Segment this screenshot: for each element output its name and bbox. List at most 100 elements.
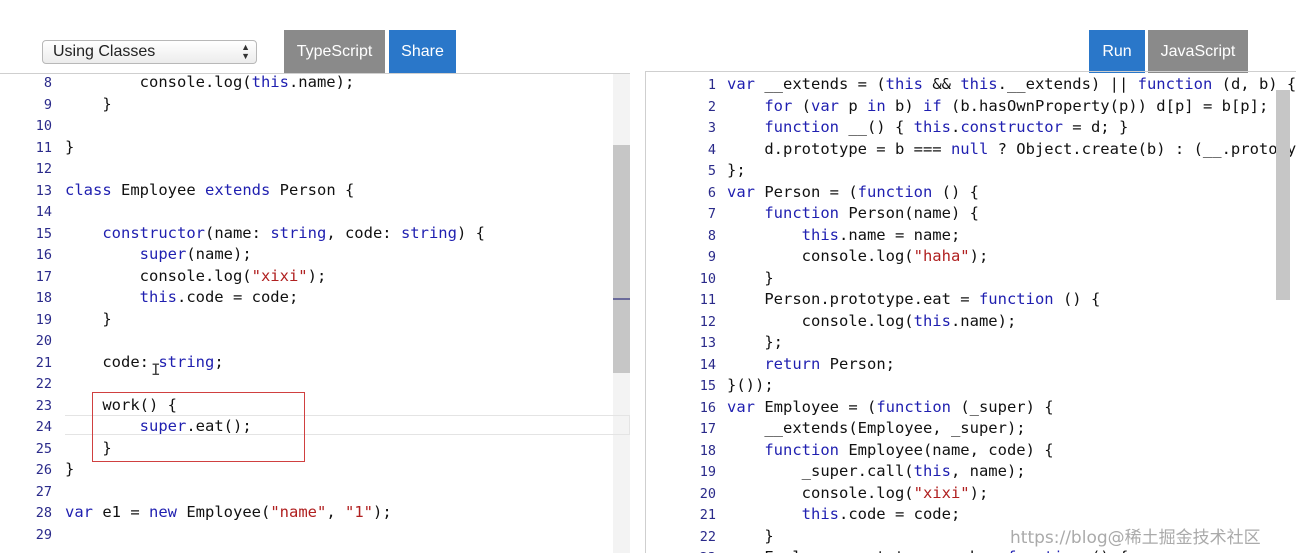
code-text: } xyxy=(65,137,75,156)
code-line[interactable]: 15 constructor(name: string, code: strin… xyxy=(0,223,485,245)
code-line[interactable]: 3 function __() { this.constructor = d; … xyxy=(646,117,1128,139)
right-scrollbar-thumb[interactable] xyxy=(1276,90,1290,300)
line-number: 8 xyxy=(43,75,52,91)
code-line[interactable]: 29 xyxy=(0,524,65,546)
code-text: for (var p in b) if (b.hasOwnProperty(p)… xyxy=(764,96,1269,115)
code-line[interactable]: 10 xyxy=(0,115,65,137)
code-line[interactable]: 5}; xyxy=(646,160,746,182)
example-select[interactable]: Using Classes ▲ ▼ xyxy=(42,40,257,64)
code-text: } xyxy=(727,268,774,287)
code-line[interactable]: 17 console.log("xixi"); xyxy=(0,266,327,288)
run-button[interactable]: Run xyxy=(1089,30,1145,73)
code-text: constructor(name: string, code: string) … xyxy=(102,223,485,242)
line-number: 21 xyxy=(699,507,716,523)
code-text: this.code = code; xyxy=(801,505,961,523)
code-text: _super.call(this, name); xyxy=(727,462,1026,480)
code-line[interactable]: 27 xyxy=(0,481,65,503)
code-line[interactable]: 19 _super.call(this, name); xyxy=(646,461,1026,483)
code-line[interactable]: 19 } xyxy=(0,309,112,331)
code-line[interactable]: 11 Person.prototype.eat = function () { xyxy=(646,289,1101,311)
line-number: 8 xyxy=(707,227,716,244)
line-number: 26 xyxy=(35,462,52,478)
line-number: 22 xyxy=(699,528,716,545)
line-number: 3 xyxy=(707,120,716,136)
code-line[interactable]: 12 console.log(this.name); xyxy=(646,311,1017,333)
line-number: 14 xyxy=(699,356,716,373)
code-line[interactable]: 12 xyxy=(0,158,65,180)
code-text: Person.prototype.eat = function () { xyxy=(727,290,1101,308)
code-line[interactable]: 21 this.code = code; xyxy=(646,504,961,526)
code-line[interactable]: 6 var Person = (function () { xyxy=(646,182,979,204)
line-number: 17 xyxy=(699,421,716,437)
code-text: function Employee(name, code) { xyxy=(764,440,1054,459)
code-text: console.log(this.name); xyxy=(727,311,1017,330)
code-line[interactable]: 20 xyxy=(0,330,65,352)
line-number: 20 xyxy=(35,333,52,349)
code-text: var __extends = (this && this.__extends)… xyxy=(727,75,1296,93)
line-number: 27 xyxy=(35,483,52,500)
code-line[interactable]: 26} xyxy=(0,459,75,481)
code-text: function __() { this.constructor = d; } xyxy=(764,118,1129,136)
code-line[interactable]: 13 }; xyxy=(646,332,783,354)
line-number: 21 xyxy=(35,354,52,371)
typescript-button[interactable]: TypeScript xyxy=(284,30,385,73)
code-line[interactable]: 15}()); xyxy=(646,375,774,397)
code-line[interactable]: 14 return Person; xyxy=(646,354,895,376)
code-text: console.log("xixi"); xyxy=(727,483,989,502)
code-text: var Person = (function () { xyxy=(727,182,979,201)
line-number: 20 xyxy=(699,485,716,502)
line-number: 16 xyxy=(699,399,716,416)
code-line[interactable]: 7 function Person(name) { xyxy=(646,203,979,225)
code-line[interactable]: 2 for (var p in b) if (b.hasOwnProperty(… xyxy=(646,96,1268,118)
code-line[interactable]: 18 function Employee(name, code) { xyxy=(646,440,1054,462)
annotation-box xyxy=(92,392,305,462)
line-number: 16 xyxy=(35,247,52,263)
code-line[interactable]: 21 code: string; xyxy=(0,352,224,374)
code-line[interactable]: 8 console.log(this.name); xyxy=(0,74,354,94)
left-scrollbar-marker xyxy=(613,298,630,300)
javascript-output-editor[interactable]: 1 var __extends = (this && this.__extends… xyxy=(645,72,1296,553)
line-number: 4 xyxy=(707,141,716,158)
code-line[interactable]: 16 super(name); xyxy=(0,244,252,266)
typescript-editor[interactable]: 8 console.log(this.name); 9 } 10 11} 12 13 cla… xyxy=(0,74,630,553)
line-number: 18 xyxy=(699,442,716,459)
code-line[interactable]: 10 } xyxy=(646,268,774,290)
line-number: 28 xyxy=(35,505,52,521)
share-button[interactable]: Share xyxy=(389,30,456,73)
line-number: 19 xyxy=(699,464,716,480)
code-text: function Person(name) { xyxy=(764,204,979,222)
code-line[interactable]: 9 console.log("haha"); xyxy=(646,246,988,268)
code-line[interactable]: 11} xyxy=(0,137,75,159)
code-text: } xyxy=(65,309,112,328)
left-scrollbar-thumb[interactable] xyxy=(613,145,630,373)
code-line[interactable]: 22 } xyxy=(646,526,774,548)
code-line[interactable]: 4 d.prototype = b === null ? Object.crea… xyxy=(646,139,1296,161)
code-line[interactable]: 17 __extends(Employee, _super); xyxy=(646,418,1026,440)
line-number: 9 xyxy=(707,249,716,265)
code-text: console.log("haha"); xyxy=(727,247,989,265)
code-line[interactable]: 22 xyxy=(0,373,65,395)
code-line[interactable]: 9 } xyxy=(0,94,112,116)
code-text: code: string; xyxy=(65,352,224,371)
code-line[interactable]: 13 class Employee extends Person { xyxy=(0,180,355,202)
code-line[interactable]: 14 xyxy=(0,201,65,223)
code-line[interactable]: 8 this.name = name; xyxy=(646,225,960,247)
line-number: 17 xyxy=(35,268,52,285)
code-line[interactable]: 1 var __extends = (this && this.__extends… xyxy=(646,74,1296,96)
code-text: } xyxy=(65,460,75,478)
line-number: 23 xyxy=(35,397,52,414)
line-number: 15 xyxy=(699,378,716,394)
text-cursor-icon: I xyxy=(151,360,161,379)
code-line[interactable]: 28 var e1 = new Employee("name", "1"); xyxy=(0,502,392,524)
code-line[interactable]: 18 this.code = code; xyxy=(0,287,299,309)
code-line[interactable]: 20 console.log("xixi"); xyxy=(646,483,989,505)
line-number: 7 xyxy=(707,206,716,222)
code-line[interactable]: 16 var Employee = (function (_super) { xyxy=(646,397,1054,419)
code-text: var e1 = new Employee("name", "1"); xyxy=(65,503,392,521)
line-number: 12 xyxy=(699,313,716,330)
line-number: 15 xyxy=(35,225,52,242)
line-number: 5 xyxy=(707,163,716,179)
javascript-button[interactable]: JavaScript xyxy=(1148,30,1248,73)
code-text: console.log(this.name); xyxy=(65,74,355,91)
line-number: 14 xyxy=(35,204,52,220)
